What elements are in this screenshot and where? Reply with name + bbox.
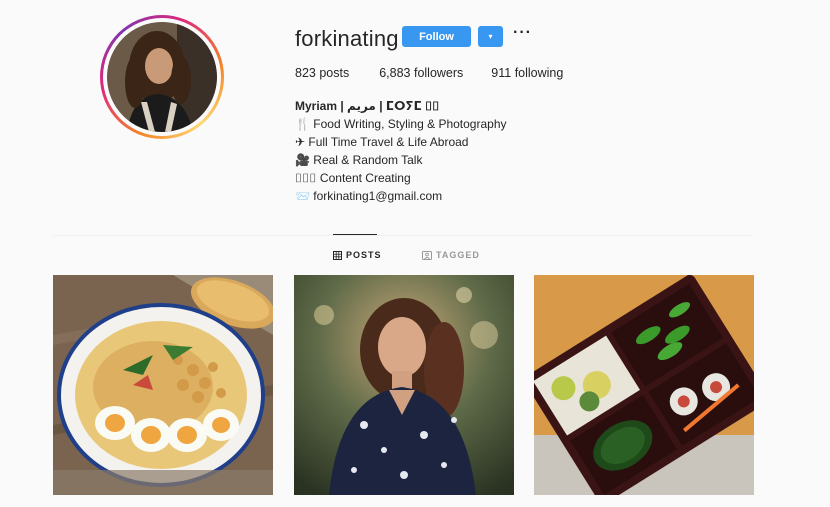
profile-full-name: Myriam | مريم | ⵎⵔⵢⵎ ⌷⌷: [295, 99, 440, 113]
profile-bio: Myriam | مريم | ⵎⵔⵢⵎ ⌷⌷ 🍴 Food Writing, …: [295, 97, 507, 205]
grid-icon: [333, 250, 342, 260]
post-image-food-bowl: [53, 275, 273, 495]
profile-avatar[interactable]: [100, 15, 224, 139]
active-tab-indicator: [333, 234, 377, 235]
bio-line: ✈ Full Time Travel & Life Abroad: [295, 135, 469, 149]
tagged-icon: [422, 250, 432, 260]
avatar-photo: [107, 22, 217, 132]
profile-username: forkinating: [295, 26, 399, 51]
posts-count: 823 posts: [295, 66, 350, 80]
following-link[interactable]: 911 following: [491, 66, 563, 80]
followers-link[interactable]: 6,883 followers: [379, 66, 463, 80]
more-options-icon[interactable]: ···: [513, 24, 532, 42]
chevron-down-icon: ▾: [488, 32, 493, 41]
follow-button[interactable]: Follow: [402, 26, 471, 47]
bio-line: ⌷⌷⌷ Content Creating: [295, 171, 411, 185]
avatar-border: [103, 18, 221, 136]
post-image-bento: [534, 275, 754, 495]
tab-tagged-label: TAGGED: [436, 250, 480, 260]
post-thumbnail[interactable]: [53, 275, 273, 495]
post-thumbnail[interactable]: [534, 275, 754, 495]
bio-line: 🍴 Food Writing, Styling & Photography: [295, 117, 507, 131]
post-image-portrait: [294, 275, 514, 495]
tabs-divider: [53, 235, 753, 236]
tab-posts-label: POSTS: [346, 250, 382, 260]
suggestions-dropdown-button[interactable]: ▾: [478, 26, 503, 47]
bio-line: 🎥 Real & Random Talk: [295, 153, 423, 167]
post-thumbnail[interactable]: [294, 275, 514, 495]
tab-posts[interactable]: POSTS: [333, 250, 382, 260]
bio-email: 📨 forkinating1@gmail.com: [295, 189, 443, 203]
profile-stats: 823 posts 6,883 followers 911 following: [295, 66, 593, 80]
tab-tagged[interactable]: TAGGED: [422, 250, 480, 260]
